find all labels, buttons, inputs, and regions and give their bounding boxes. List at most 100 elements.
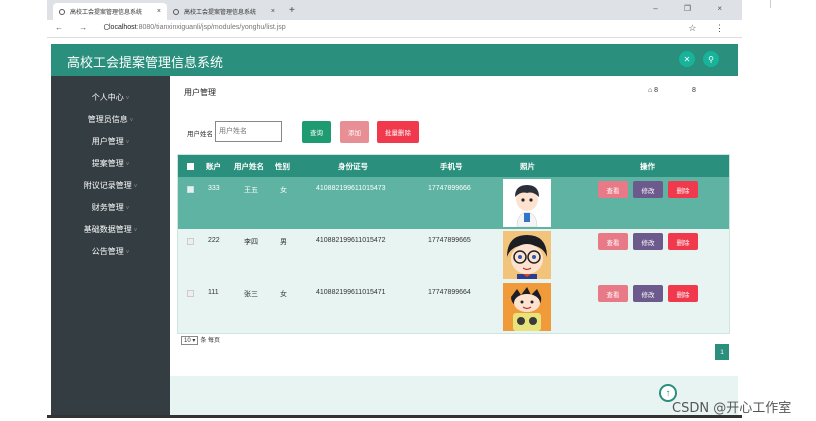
per-page-label: 条 每页 xyxy=(200,338,221,344)
header-actions: 操作 xyxy=(640,162,655,171)
site-icon xyxy=(59,8,65,15)
row-checkbox[interactable] xyxy=(187,238,194,245)
tab-close-icon[interactable]: × xyxy=(157,8,161,15)
chevron-down-icon: ˅ xyxy=(125,162,130,168)
cell-id-card: 410882199611015472 xyxy=(316,237,386,244)
cell-gender: 女 xyxy=(280,291,287,298)
view-button[interactable]: 查看 xyxy=(598,285,628,302)
site-icon xyxy=(173,8,179,15)
main-content: 用户管理 ⌂ 8 8 用户姓名 查询 添加 批量删除 账户 用户姓名 性别 身份… xyxy=(170,76,738,415)
user-icon[interactable]: ⚲ xyxy=(703,51,719,67)
row-checkbox[interactable] xyxy=(187,186,194,193)
cell-account: 222 xyxy=(208,237,220,244)
address-icons[interactable]: ☆ ⋮ xyxy=(688,23,732,34)
page-title: 用户管理 xyxy=(184,88,216,97)
delete-button[interactable]: 删除 xyxy=(668,233,698,250)
app-title: 高校工会提案管理信息系统 xyxy=(67,55,224,70)
app-header: 高校工会提案管理信息系统 ✕ ⚲ xyxy=(51,44,738,76)
sidebar-item-label: 公告管理 xyxy=(91,247,124,256)
chevron-down-icon: ˅ xyxy=(125,140,130,146)
breadcrumb: 8 xyxy=(692,87,696,94)
cell-name: 王五 xyxy=(244,187,258,194)
chevron-down-icon: ˅ xyxy=(125,96,130,102)
page-size-text: 10 xyxy=(184,338,191,344)
watermark: CSDN @开心工作室 xyxy=(672,401,792,416)
view-button[interactable]: 查看 xyxy=(598,181,628,198)
pagination-page[interactable]: 1 xyxy=(715,344,729,360)
page-size-value[interactable]: 10 ▾ xyxy=(181,336,199,345)
chevron-down-icon: ˅ xyxy=(133,184,138,190)
url-field[interactable]: localhost:8080/tianxinxiguanli/jsp/modul… xyxy=(109,24,286,31)
page-size-select[interactable]: 10 ▾ 条 每页 xyxy=(181,335,220,345)
header-phone: 手机号 xyxy=(440,162,463,171)
user-table: 账户 用户姓名 性别 身份证号 手机号 照片 操作 333 王五 女 41088… xyxy=(177,154,730,334)
sidebar-item-label: 基础数据管理 xyxy=(83,225,132,234)
chevron-down-icon: ˅ xyxy=(129,118,134,124)
cell-name: 张三 xyxy=(244,291,258,298)
table-row[interactable]: 222 李四 男 410882199611015472 17747899665 … xyxy=(178,229,729,281)
header-gender: 性别 xyxy=(275,162,290,171)
sidebar-item-label: 提案管理 xyxy=(91,159,124,168)
cell-gender: 男 xyxy=(280,239,287,246)
url-path: :8080/tianxinxiguanli/jsp/modules/yonghu… xyxy=(136,24,286,31)
tab-bar: 高校工会提案管理信息系统 × 高校工会提案管理信息系统 × + – ❐ × xyxy=(47,0,742,20)
sidebar-item-announcements[interactable]: 公告管理 ˅ xyxy=(51,246,170,257)
chevron-down-icon: ˅ xyxy=(125,250,130,256)
browser-tab[interactable]: 高校工会提案管理信息系统 × xyxy=(167,3,281,20)
sidebar-item-personal-center[interactable]: 个人中心 ˅ xyxy=(51,92,170,103)
chevron-down-icon: ˅ xyxy=(133,228,138,234)
sidebar-item-label: 财务管理 xyxy=(91,203,124,212)
browser-tab-active[interactable]: 高校工会提案管理信息系统 × xyxy=(53,3,167,20)
sidebar-item-label: 用户管理 xyxy=(91,137,124,146)
fullscreen-icon[interactable]: ✕ xyxy=(679,51,695,67)
search-label: 用户姓名 xyxy=(187,131,213,138)
sidebar-item-label: 附议记录管理 xyxy=(83,181,132,190)
footer-band xyxy=(170,376,738,415)
edit-button[interactable]: 修改 xyxy=(633,181,663,198)
delete-button[interactable]: 删除 xyxy=(668,285,698,302)
cell-id-card: 410882199611015471 xyxy=(316,289,386,296)
sidebar-item-label: 个人中心 xyxy=(91,93,124,102)
nav-buttons[interactable]: ← → C xyxy=(55,23,116,32)
sidebar-item-admin-info[interactable]: 管理员信息 ˅ xyxy=(51,114,170,125)
header-id-card: 身份证号 xyxy=(338,162,368,171)
sidebar-item-finance[interactable]: 财务管理 ˅ xyxy=(51,202,170,213)
batch-delete-button[interactable]: 批量删除 xyxy=(377,121,419,143)
breadcrumb-home[interactable]: ⌂ 8 xyxy=(648,87,658,94)
sidebar-item-seconding-records[interactable]: 附议记录管理 ˅ xyxy=(51,180,170,191)
cell-account: 111 xyxy=(208,289,219,296)
header-name: 用户姓名 xyxy=(234,162,264,171)
user-photo xyxy=(503,283,551,331)
table-row[interactable]: 111 张三 女 410882199611015471 17747899664 … xyxy=(178,281,729,333)
window-controls[interactable]: – ❐ × xyxy=(653,4,734,13)
add-button[interactable]: 添加 xyxy=(340,121,369,143)
search-input[interactable] xyxy=(215,121,282,142)
new-tab-button[interactable]: + xyxy=(289,5,295,16)
user-photo xyxy=(503,231,551,279)
address-bar: ← → C localhost:8080/tianxinxiguanli/jsp… xyxy=(47,20,742,38)
query-button[interactable]: 查询 xyxy=(302,121,331,143)
cell-phone: 17747899664 xyxy=(428,289,471,296)
tab-title: 高校工会提案管理信息系统 xyxy=(184,10,257,16)
sidebar-item-label: 管理员信息 xyxy=(87,115,128,124)
cell-phone: 17747899665 xyxy=(428,237,471,244)
row-checkbox[interactable] xyxy=(187,290,194,297)
cell-phone: 17747899666 xyxy=(428,185,471,192)
view-button[interactable]: 查看 xyxy=(598,233,628,250)
table-row[interactable]: 333 王五 女 410882199611015473 17747899666 … xyxy=(178,177,729,229)
select-all-checkbox[interactable] xyxy=(187,163,194,170)
header-account: 账户 xyxy=(206,162,221,171)
table-header: 账户 用户姓名 性别 身份证号 手机号 照片 操作 xyxy=(178,155,729,177)
header-photo: 照片 xyxy=(520,162,535,171)
sidebar-item-user-management[interactable]: 用户管理 ˅ xyxy=(51,136,170,147)
edit-button[interactable]: 修改 xyxy=(633,285,663,302)
sidebar-item-basic-data[interactable]: 基础数据管理 ˅ xyxy=(51,224,170,235)
sidebar-item-proposal-management[interactable]: 提案管理 ˅ xyxy=(51,158,170,169)
cell-gender: 女 xyxy=(280,187,287,194)
tab-close-icon[interactable]: × xyxy=(271,8,275,15)
cell-name: 李四 xyxy=(244,239,258,246)
tab-title: 高校工会提案管理信息系统 xyxy=(70,10,143,16)
delete-button[interactable]: 删除 xyxy=(668,181,698,198)
edit-button[interactable]: 修改 xyxy=(633,233,663,250)
browser-window: 高校工会提案管理信息系统 × 高校工会提案管理信息系统 × + – ❐ × ← … xyxy=(47,0,742,415)
